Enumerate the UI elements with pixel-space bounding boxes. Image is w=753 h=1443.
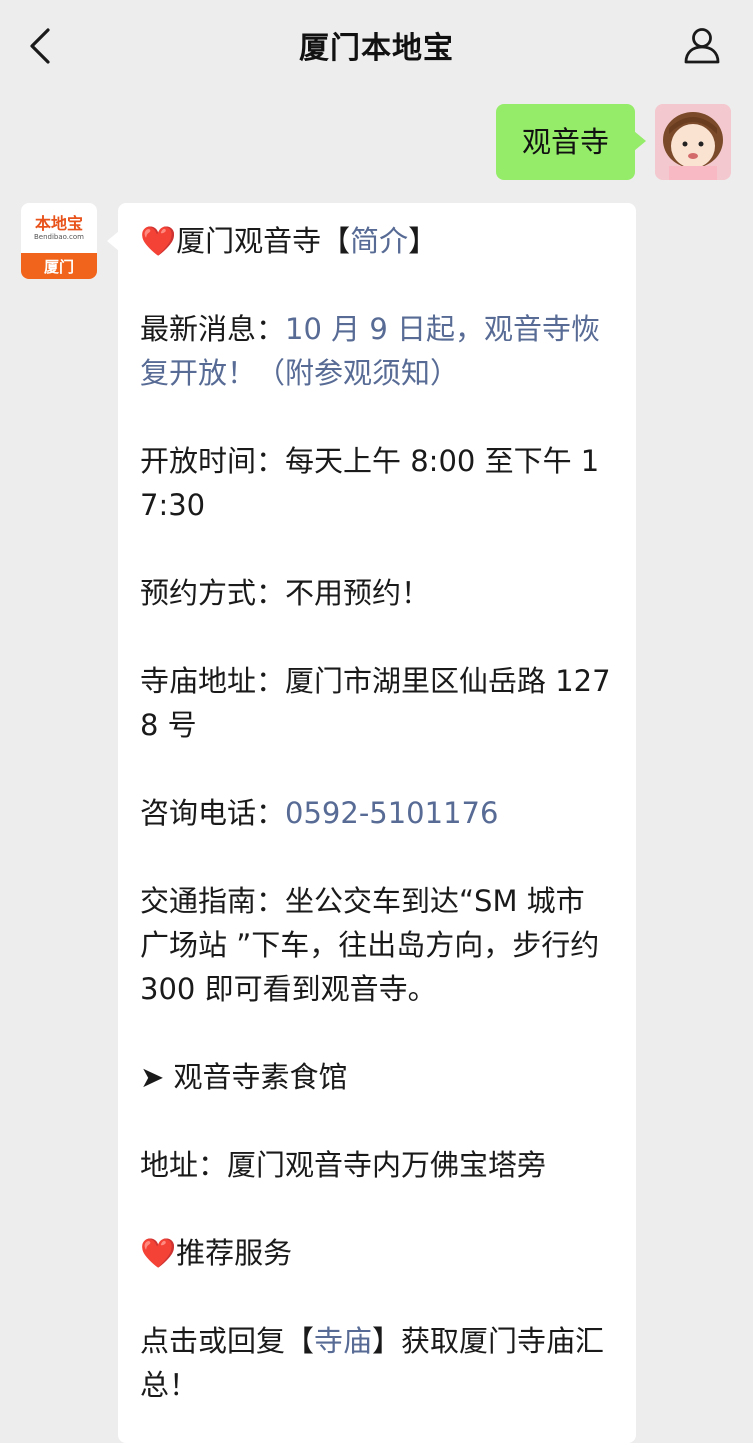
transport-line: 交通指南：坐公交车到达“SM 城市广场站 ”下车，往出岛方向，步行约 300 即… (140, 884, 600, 1006)
address-line: 寺庙地址：厦门市湖里区仙岳路 1278 号 (140, 664, 611, 742)
brand-logo: 本地宝 Bendibao.com (33, 213, 84, 241)
top-bar: 厦门本地宝 (0, 0, 753, 90)
intro-line: ❤️厦门观音寺【简介】 (140, 224, 438, 258)
booking-line: 预约方式：不用预约！ (140, 576, 431, 610)
profile-button[interactable] (679, 22, 725, 68)
cta-line: 点击或回复【寺庙】获取厦门寺庙汇总！ (140, 1324, 605, 1402)
hours-line: 开放时间：每天上午 8:00 至下午 17:30 (140, 444, 600, 522)
restaurant-heading: ➤ 观音寺素食馆 (140, 1060, 348, 1094)
phone-link[interactable]: 0592-5101176 (285, 796, 498, 830)
person-icon (684, 28, 720, 64)
cta-link[interactable]: 寺庙 (314, 1324, 372, 1358)
page-title: 厦门本地宝 (299, 31, 454, 66)
user-avatar[interactable] (655, 104, 731, 180)
arrow-icon: ➤ (140, 1060, 165, 1094)
heart-icon: ❤️ (140, 1236, 177, 1270)
back-button[interactable] (20, 24, 60, 68)
intro-link[interactable]: 简介 (350, 224, 408, 258)
heart-icon: ❤️ (140, 224, 177, 258)
bot-reply-bubble: ❤️厦门观音寺【简介】 最新消息：10 月 9 日起，观音寺恢复开放！（附参观须… (107, 203, 636, 1443)
recommend-heading: ❤️推荐服务 (140, 1236, 293, 1270)
user-message-row: 观音寺 (495, 104, 731, 180)
phone-line: 咨询电话：0592-5101176 (140, 796, 499, 830)
user-message-bubble[interactable]: 观音寺 (495, 104, 647, 180)
brand-city-label: 厦门 (21, 253, 97, 279)
official-account-avatar[interactable]: 本地宝 Bendibao.com 厦门 (21, 203, 97, 279)
news-line: 最新消息：10 月 9 日起，观音寺恢复开放！（附参观须知） (140, 312, 601, 390)
restaurant-address-line: 地址：厦门观音寺内万佛宝塔旁 (140, 1148, 547, 1182)
chevron-left-icon (30, 28, 50, 64)
